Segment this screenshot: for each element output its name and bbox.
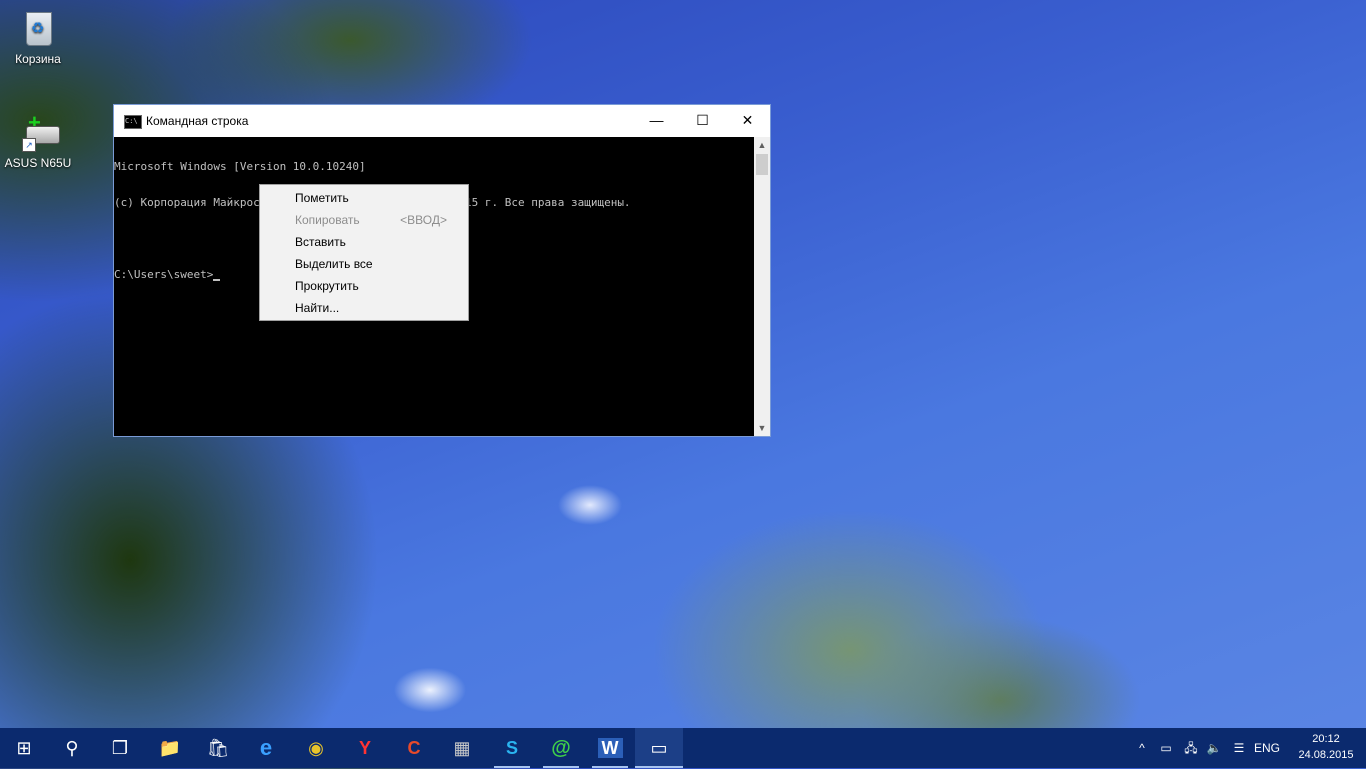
maximize-button[interactable]: ☐ (680, 105, 725, 135)
start-button[interactable]: ⊞ (0, 728, 48, 768)
skype-button[interactable]: S (488, 728, 536, 768)
file-explorer-icon: 📁 (158, 738, 182, 758)
clock[interactable]: 20:12 24.08.2015 (1290, 731, 1362, 763)
skype-icon: S (505, 738, 518, 758)
console-prompt: C:\Users\sweet> (114, 268, 214, 281)
show-hidden-icons-button[interactable]: ^ (1132, 728, 1152, 768)
mail-agent-icon: @ (551, 737, 571, 759)
battery-button[interactable]: ▭ (1156, 728, 1176, 768)
desktop-icon-label: Корзина (15, 52, 61, 66)
clock-time: 20:12 (1312, 733, 1340, 745)
search-icon: ⚲ (65, 738, 79, 758)
search-button[interactable]: ⚲ (48, 728, 96, 768)
recycle-bin-icon (18, 8, 58, 48)
action-center-button[interactable]: ☰ (1228, 728, 1250, 768)
window-title: Командная строка (146, 114, 249, 128)
network-drive-icon: + ↗ (18, 110, 60, 152)
cmd-icon: ▭ (650, 738, 668, 758)
text-cursor (213, 279, 221, 281)
scroll-thumb[interactable] (756, 154, 768, 175)
store-button[interactable]: 🛍 (194, 728, 242, 768)
desktop-icon-recycle-bin[interactable]: Корзина (0, 8, 76, 66)
taskbar: ⊞ ⚲ ❐ 📁 🛍 e ◉ Y C ▦ S @ W ▭ ^ ▭ 🖧 🔈 ☰ EN… (0, 728, 1366, 768)
mail-agent-button[interactable]: @ (537, 728, 585, 768)
minimize-button[interactable]: — (634, 105, 679, 135)
file-explorer-button[interactable]: 📁 (146, 728, 194, 768)
cmd-icon: C:\ (124, 115, 142, 129)
vertical-scrollbar[interactable]: ▲ ▼ (754, 137, 770, 436)
edge-button[interactable]: e (242, 728, 290, 768)
menu-item-paste[interactable]: Вставить (261, 231, 467, 253)
menu-item-scroll[interactable]: Прокрутить (261, 275, 467, 297)
start-icon: ⊞ (16, 738, 32, 758)
desktop-icon-asus[interactable]: + ↗ ASUS N65U (0, 110, 76, 170)
volume-button[interactable]: 🔈 (1204, 728, 1224, 768)
context-menu: Пометить Копировать <ВВОД> Вставить Выде… (259, 184, 469, 321)
chrome-icon: ◉ (308, 738, 324, 758)
console-line: Microsoft Windows [Version 10.0.10240] (114, 160, 366, 173)
yandex-icon: Y (358, 738, 371, 758)
ccleaner-icon: C (407, 738, 421, 758)
ccleaner-button[interactable]: C (390, 728, 438, 768)
word-button[interactable]: W (586, 728, 634, 768)
title-bar[interactable]: C:\ Командная строка — ☐ ✕ (114, 105, 770, 137)
cmd-button[interactable]: ▭ (635, 728, 683, 768)
language-indicator[interactable]: ENG (1252, 728, 1282, 768)
menu-item-select-all[interactable]: Выделить все (261, 253, 467, 275)
menu-item-shortcut: <ВВОД> (400, 213, 447, 227)
close-button[interactable]: ✕ (725, 105, 770, 135)
firewall-icon: ▦ (453, 738, 471, 758)
clock-date: 24.08.2015 (1298, 749, 1354, 761)
network-icon: 🖧 (1184, 741, 1198, 755)
menu-item-label: Выделить все (295, 257, 373, 271)
task-view-icon: ❐ (111, 738, 129, 758)
battery-icon: ▭ (1160, 741, 1172, 755)
menu-item-label: Вставить (295, 235, 346, 249)
desktop-icon-label: ASUS N65U (4, 156, 72, 170)
yandex-button[interactable]: Y (341, 728, 389, 768)
volume-icon: 🔈 (1206, 741, 1222, 755)
network-button[interactable]: 🖧 (1180, 728, 1202, 768)
chrome-button[interactable]: ◉ (292, 728, 340, 768)
word-icon: W (597, 738, 623, 758)
menu-item-label: Прокрутить (295, 279, 359, 293)
menu-item-label: Пометить (295, 191, 349, 205)
notifications-icon: ☰ (1233, 741, 1245, 755)
menu-item-find[interactable]: Найти... (261, 297, 467, 319)
scroll-down-arrow-icon[interactable]: ▼ (754, 420, 770, 436)
menu-item-copy: Копировать <ВВОД> (261, 209, 467, 231)
scroll-up-arrow-icon[interactable]: ▲ (754, 137, 770, 153)
edge-icon: e (259, 735, 273, 760)
menu-item-mark[interactable]: Пометить (261, 187, 467, 209)
task-view-button[interactable]: ❐ (96, 728, 144, 768)
chevron-up-icon: ^ (1139, 741, 1145, 755)
firewall-button[interactable]: ▦ (438, 728, 486, 768)
menu-item-label: Найти... (295, 301, 340, 315)
menu-item-label: Копировать (295, 213, 360, 227)
store-icon: 🛍 (206, 738, 230, 758)
